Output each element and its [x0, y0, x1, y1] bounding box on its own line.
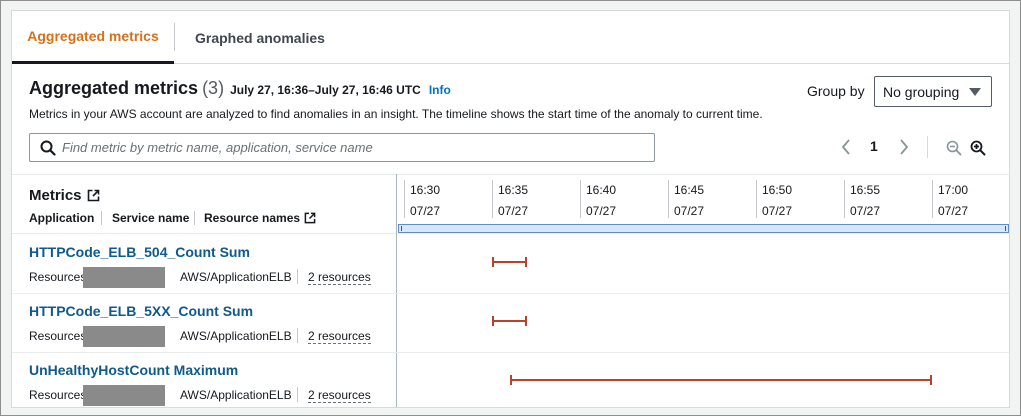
- info-link[interactable]: Info: [429, 83, 451, 97]
- resources-popover-link[interactable]: 2 resources: [308, 329, 371, 344]
- row-divider: [297, 269, 298, 284]
- service-name: AWS/ApplicationELB: [180, 329, 292, 343]
- caret-down-icon: [969, 88, 981, 96]
- resources-popover-link[interactable]: 2 resources: [308, 388, 371, 403]
- tab-divider: [174, 23, 175, 51]
- table-row: HTTPCode_ELB_504_Count Sum Resources AWS/A…: [12, 235, 1009, 294]
- redacted-resource-name: [83, 267, 165, 288]
- resources-label: Resources: [29, 388, 87, 402]
- tick-time-label: 16:50: [762, 183, 793, 197]
- group-by-select[interactable]: No grouping: [874, 76, 992, 107]
- tick-time-label: 16:45: [674, 183, 705, 197]
- group-by-value: No grouping: [883, 83, 960, 100]
- timeline-tick: 16:40 07/27: [580, 180, 616, 218]
- anomaly-bar[interactable]: [492, 316, 528, 326]
- resources-label: Resources: [29, 329, 87, 343]
- search-input[interactable]: [62, 134, 647, 161]
- timeline-tick: 16:45 07/27: [668, 180, 704, 218]
- header-row: Aggregated metrics (3) July 27, 16:36–Ju…: [29, 78, 451, 99]
- tick-time-label: 16:40: [586, 183, 617, 197]
- tick-date-label: 07/27: [762, 204, 793, 218]
- tick-time-label: 16:55: [850, 183, 881, 197]
- tick-date-label: 07/27: [410, 204, 441, 218]
- scrollbar-right-handle[interactable]: [1005, 226, 1006, 231]
- timeline-tick: 16:55 07/27: [844, 180, 880, 218]
- table-header: Metrics Application Service name Resourc…: [12, 174, 1009, 234]
- subheader-divider: [101, 211, 102, 225]
- redacted-resource-name: [83, 385, 165, 406]
- scrollbar-left-handle[interactable]: [401, 226, 402, 231]
- tick-time-label: 16:30: [410, 183, 441, 197]
- timeline-tick: 16:30 07/27: [404, 180, 440, 218]
- subheader-divider: [194, 211, 195, 225]
- resources-popover-link[interactable]: 2 resources: [308, 270, 371, 285]
- timeline-tick: 17:00 07/27: [932, 180, 968, 218]
- metric-name-link[interactable]: HTTPCode_ELB_504_Count Sum: [29, 244, 250, 260]
- aggregated-metrics-panel: Aggregated metrics Graphed anomalies Agg…: [11, 10, 1010, 408]
- row-divider: [297, 387, 298, 402]
- tick-date-label: 07/27: [586, 204, 617, 218]
- metrics-column-header[interactable]: Metrics: [29, 187, 100, 204]
- timeline-scrollbar[interactable]: [398, 224, 1009, 233]
- row-divider: [297, 328, 298, 343]
- metric-name-link[interactable]: UnHealthyHostCount Maximum: [29, 362, 238, 378]
- search-box: [29, 133, 655, 162]
- page-number[interactable]: 1: [870, 138, 878, 154]
- screenshot-frame: Aggregated metrics Graphed anomalies Agg…: [0, 0, 1021, 416]
- anomaly-bar[interactable]: [492, 257, 528, 267]
- search-icon: [40, 140, 56, 156]
- service-name: AWS/ApplicationELB: [180, 270, 292, 284]
- resource-names-label: Resource names: [204, 211, 301, 225]
- external-link-icon: [304, 212, 316, 224]
- group-by-label: Group by: [807, 83, 865, 99]
- tab-graphed-anomalies[interactable]: Graphed anomalies: [195, 11, 325, 64]
- tick-time-label: 17:00: [938, 183, 969, 197]
- metrics-header-label: Metrics: [29, 187, 82, 204]
- chevron-right-icon[interactable]: [898, 139, 910, 155]
- metric-count: (3): [202, 78, 225, 98]
- chevron-left-icon[interactable]: [840, 139, 852, 155]
- resource-names-subheader[interactable]: Resource names: [204, 211, 316, 225]
- tick-date-label: 07/27: [850, 204, 881, 218]
- metric-name-link[interactable]: HTTPCode_ELB_5XX_Count Sum: [29, 303, 253, 319]
- zoom-in-icon[interactable]: [970, 140, 986, 156]
- description: Metrics in your AWS account are analyzed…: [29, 107, 763, 121]
- tick-date-label: 07/27: [938, 204, 969, 218]
- tick-date-label: 07/27: [674, 204, 705, 218]
- tab-aggregated-metrics[interactable]: Aggregated metrics: [12, 11, 174, 64]
- time-range: July 27, 16:36–July 27, 16:46 UTC: [230, 83, 421, 97]
- application-subheader: Application: [29, 211, 95, 225]
- table-row: HTTPCode_ELB_5XX_Count Sum Resources AWS/A…: [12, 294, 1009, 353]
- tab-bar: Aggregated metrics Graphed anomalies: [12, 11, 1009, 64]
- service-name: AWS/ApplicationELB: [180, 388, 292, 402]
- timeline-tick: 16:35 07/27: [492, 180, 528, 218]
- tick-time-label: 16:35: [498, 183, 529, 197]
- tick-date-label: 07/27: [498, 204, 529, 218]
- zoom-out-icon[interactable]: [946, 140, 962, 156]
- table-row: UnHealthyHostCount Maximum Resources AWS/A…: [12, 353, 1009, 407]
- resources-label: Resources: [29, 270, 87, 284]
- redacted-resource-name: [83, 326, 165, 347]
- service-name-subheader: Service name: [112, 211, 190, 225]
- page-title: Aggregated metrics: [29, 78, 199, 98]
- external-link-icon: [87, 189, 99, 202]
- timeline-tick: 16:50 07/27: [756, 180, 792, 218]
- anomaly-bar[interactable]: [509, 375, 933, 385]
- pagination-divider: [927, 136, 928, 158]
